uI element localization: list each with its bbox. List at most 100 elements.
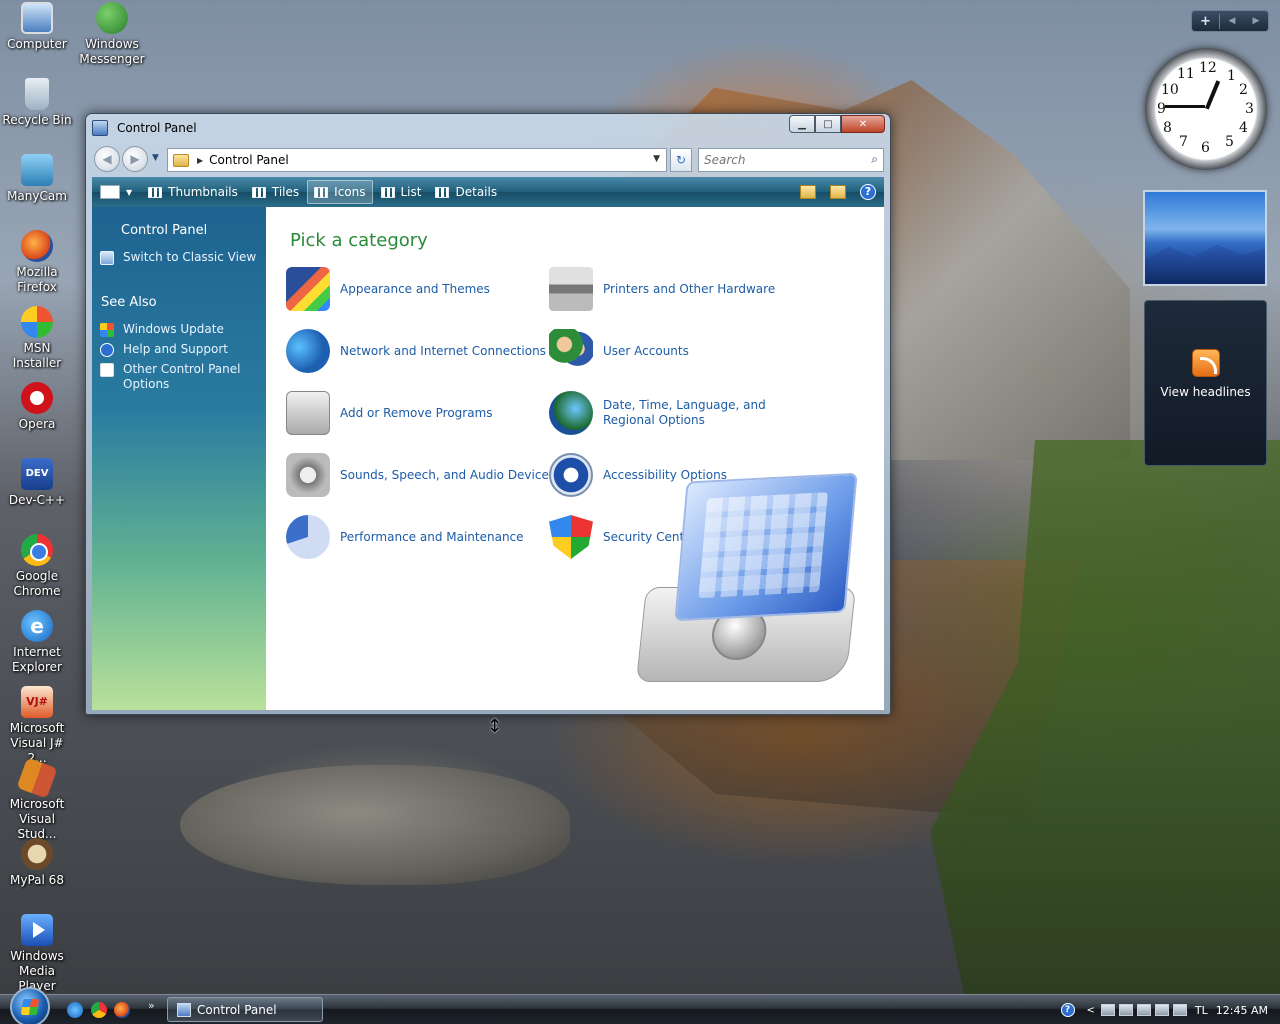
- folder-icon: [173, 153, 189, 167]
- category-add-remove[interactable]: Add or Remove Programs: [286, 391, 493, 435]
- toolbar-details[interactable]: Details: [429, 180, 503, 204]
- details-icon: [435, 186, 450, 198]
- desktop-icon-msn-installer[interactable]: MSN Installer: [0, 306, 74, 371]
- tray-clock[interactable]: 12:45 AM: [1216, 1004, 1268, 1017]
- desktop-icon-mypal[interactable]: MyPal 68: [0, 838, 74, 888]
- desktop-icon-internet-explorer[interactable]: e Internet Explorer: [0, 610, 74, 675]
- back-button[interactable]: ◀: [94, 146, 120, 172]
- tray-expand-icon[interactable]: <: [1087, 1005, 1095, 1016]
- manycam-icon: [21, 154, 53, 186]
- quicklaunch-chrome-icon[interactable]: [91, 1002, 107, 1018]
- desktop-icon-wmp[interactable]: Windows Media Player: [0, 914, 74, 994]
- refresh-button[interactable]: ↻: [670, 148, 692, 172]
- quicklaunch-ie-icon[interactable]: [67, 1002, 83, 1018]
- toolbar-thumbnails[interactable]: Thumbnails: [142, 180, 244, 204]
- clock-minute-hand: [1165, 105, 1205, 108]
- gadget-next-button[interactable]: ▶: [1244, 16, 1268, 26]
- address-bar[interactable]: ▶ Control Panel ▼: [167, 148, 667, 172]
- toolbar-label: Details: [455, 185, 498, 199]
- category-network[interactable]: Network and Internet Connections: [286, 329, 546, 373]
- tray-devices-icon[interactable]: [1118, 1004, 1133, 1016]
- category-user-accounts[interactable]: User Accounts: [549, 329, 689, 373]
- views-dropdown-icon[interactable]: ▼: [126, 188, 132, 197]
- slideshow-gadget[interactable]: [1143, 190, 1267, 286]
- search-box[interactable]: ⌕: [698, 148, 884, 172]
- wmp-icon: [21, 914, 53, 946]
- desktop-icon-manycam[interactable]: ManyCam: [0, 154, 74, 204]
- forward-button[interactable]: ▶: [122, 146, 148, 172]
- window-titlebar[interactable]: Control Panel ▁ □ ✕: [86, 114, 890, 142]
- visual-j-icon: VJ#: [21, 686, 53, 718]
- sidebar-item-other-options[interactable]: Other Control Panel Options: [100, 362, 250, 392]
- clock-number: 2: [1239, 82, 1248, 98]
- wallpaper-rock: [180, 765, 570, 885]
- tray-language-icon[interactable]: [1172, 1004, 1187, 1016]
- sidebar-item-windows-update[interactable]: Windows Update: [100, 322, 224, 337]
- toolbar-label: List: [400, 185, 422, 199]
- search-input[interactable]: [699, 149, 849, 171]
- desktop-icon-devcpp[interactable]: DEV Dev-C++: [0, 458, 74, 508]
- category-performance[interactable]: Performance and Maintenance: [286, 515, 524, 559]
- tray-help-icon[interactable]: ?: [1060, 1003, 1075, 1017]
- tray-volume-icon[interactable]: [1136, 1004, 1151, 1016]
- minimize-button[interactable]: ▁: [789, 115, 815, 133]
- tray-language-label[interactable]: TL: [1195, 1004, 1208, 1017]
- recent-pages-dropdown[interactable]: ▼: [152, 153, 159, 163]
- start-button[interactable]: [10, 987, 50, 1024]
- desktop-icon-visual-j[interactable]: VJ# Microsoft Visual J# 2...: [0, 686, 74, 766]
- quicklaunch-more-icon[interactable]: »: [148, 999, 155, 1012]
- control-panel-window[interactable]: Control Panel ▁ □ ✕ ◀ ▶ ▼ ▶ Control Pane…: [85, 113, 891, 715]
- user-accounts-icon: [549, 329, 593, 373]
- switch-classic-view-link[interactable]: Switch to Classic View: [100, 250, 256, 265]
- toolbar-list[interactable]: List: [375, 180, 428, 204]
- firefox-icon: [21, 230, 53, 262]
- clock-number: 1: [1227, 68, 1236, 84]
- gadget-prev-button[interactable]: ◀: [1220, 16, 1244, 26]
- category-printers[interactable]: Printers and Other Hardware: [549, 267, 775, 311]
- desktop-icon-messenger[interactable]: Windows Messenger: [75, 2, 149, 67]
- feed-headlines-gadget[interactable]: View headlines: [1144, 300, 1267, 466]
- clock-gadget[interactable]: 12 1 2 3 4 5 6 7 8 9 10 11: [1145, 48, 1267, 170]
- computer-icon: [21, 2, 53, 34]
- breadcrumb-chevron-icon[interactable]: ▶: [197, 156, 203, 165]
- keypad-keys: [698, 492, 828, 599]
- sidebar-item-help-support[interactable]: Help and Support: [100, 342, 228, 357]
- page-title: Pick a category: [290, 230, 428, 251]
- folder-up-icon[interactable]: [800, 185, 816, 199]
- mypal-icon: [21, 838, 53, 870]
- breadcrumb-control-panel[interactable]: Control Panel: [209, 153, 289, 167]
- category-appearance[interactable]: Appearance and Themes: [286, 267, 490, 311]
- view-headlines-label[interactable]: View headlines: [1145, 385, 1266, 399]
- maximize-button[interactable]: □: [815, 115, 841, 133]
- sidebar-gadget-controls: + ◀ ▶: [1191, 10, 1269, 32]
- category-label: Add or Remove Programs: [340, 405, 493, 420]
- desktop-icon-recycle-bin[interactable]: Recycle Bin: [0, 78, 74, 128]
- desktop-icon-opera[interactable]: Opera: [0, 382, 74, 432]
- clock-number: 8: [1163, 120, 1172, 136]
- clock-hour-hand: [1205, 80, 1221, 110]
- add-gadget-button[interactable]: +: [1192, 13, 1220, 29]
- toolbar-label: Thumbnails: [168, 185, 238, 199]
- desktop-icon-computer[interactable]: Computer: [0, 2, 74, 52]
- control-panel-icon: [92, 120, 108, 136]
- taskbar-button-control-panel[interactable]: Control Panel: [167, 997, 323, 1022]
- search-icon[interactable]: ⌕: [871, 152, 878, 167]
- tray-network-icon[interactable]: [1100, 1004, 1115, 1016]
- desktop-icon-label: Microsoft Visual Stud...: [9, 797, 65, 841]
- toolbar-tiles[interactable]: Tiles: [246, 180, 305, 204]
- folder-options-icon[interactable]: [830, 185, 846, 199]
- rss-icon: [1191, 349, 1220, 377]
- desktop-icon-visual-studio[interactable]: Microsoft Visual Stud...: [0, 757, 74, 842]
- close-button[interactable]: ✕: [841, 115, 885, 133]
- address-dropdown-icon[interactable]: ▼: [653, 154, 660, 164]
- category-date-time[interactable]: Date, Time, Language, and Regional Optio…: [549, 391, 803, 435]
- help-icon[interactable]: ?: [860, 184, 876, 200]
- tray-safely-remove-icon[interactable]: [1154, 1004, 1169, 1016]
- category-sounds[interactable]: Sounds, Speech, and Audio Devices: [286, 453, 555, 497]
- views-icon[interactable]: [100, 185, 120, 199]
- quicklaunch-firefox-icon[interactable]: [114, 1002, 130, 1018]
- system-tray: ? < TL 12:45 AM: [1060, 995, 1280, 1024]
- desktop-icon-chrome[interactable]: Google Chrome: [0, 534, 74, 599]
- desktop-icon-firefox[interactable]: Mozilla Firefox: [0, 230, 74, 295]
- toolbar-icons[interactable]: Icons: [307, 180, 373, 204]
